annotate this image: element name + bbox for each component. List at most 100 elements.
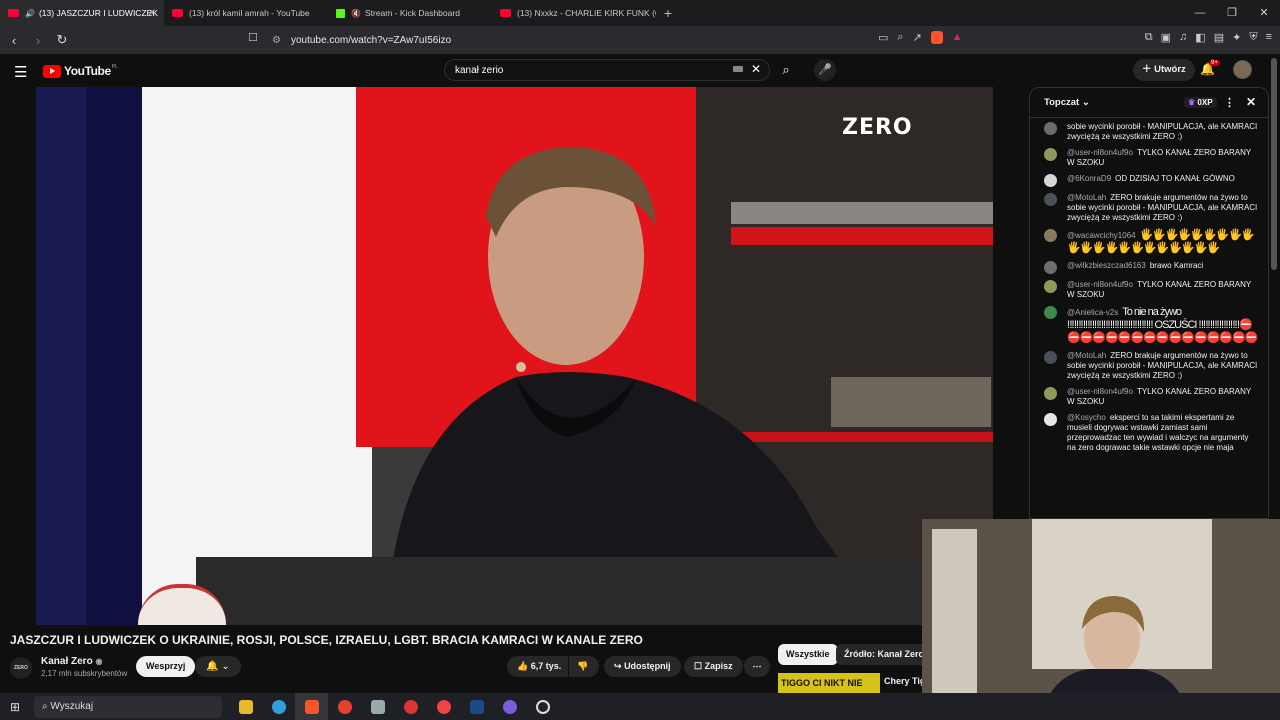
screenshot-icon[interactable]: ▣: [1161, 31, 1171, 44]
chat-message: @user-nl8on4uf9o TYLKO KANAŁ ZERO BARANY …: [1044, 148, 1258, 168]
windows-start-icon[interactable]: ⊞: [0, 700, 30, 714]
chat-author-avatar[interactable]: [1044, 306, 1057, 319]
video-player[interactable]: ZERO: [36, 87, 993, 625]
address-actions: ▭ ⌕ ↗ ▲: [878, 31, 963, 44]
chat-author-avatar[interactable]: [1044, 413, 1057, 426]
chat-author[interactable]: @Kosycho: [1067, 413, 1106, 422]
restore-icon[interactable]: ❐: [1216, 0, 1248, 26]
taskbar-search-input[interactable]: ⌕ Wyszukaj: [34, 695, 222, 718]
speaker-icon[interactable]: 🔊: [25, 9, 35, 18]
edge-icon[interactable]: [262, 693, 295, 720]
wallet-icon[interactable]: ▤: [1214, 31, 1224, 44]
vpn-icon[interactable]: ⛨: [1249, 31, 1257, 44]
chat-author-avatar[interactable]: [1044, 280, 1057, 293]
video-scene: [196, 557, 993, 625]
chip-all[interactable]: Wszystkie: [778, 644, 838, 665]
forward-icon[interactable]: ›: [28, 33, 48, 48]
menu-icon[interactable]: ≡: [1266, 31, 1272, 44]
subscription-bell-button[interactable]: 🔔 ⌄: [195, 656, 241, 677]
close-tab-icon[interactable]: ✕: [148, 8, 156, 19]
chat-author-avatar[interactable]: [1044, 261, 1057, 274]
new-tab-icon[interactable]: +: [656, 5, 680, 21]
browser-tab[interactable]: (13) Nxxkz - CHARLIE KIRK FUNK (OF: [492, 0, 656, 26]
sidebar-icon[interactable]: ◧: [1195, 31, 1205, 44]
cast-icon[interactable]: ▭: [878, 31, 888, 44]
channel-name-text: Kanał Zero: [41, 656, 93, 667]
more-options-icon[interactable]: ⋮: [1224, 96, 1235, 109]
chat-author[interactable]: @6KonraD9: [1067, 174, 1111, 183]
guide-menu-icon[interactable]: ☰: [14, 63, 27, 81]
keyboard-icon[interactable]: [733, 66, 743, 72]
clear-search-icon[interactable]: ✕: [751, 62, 761, 76]
chat-message-body: sobie wycinki porobił - MANIPULACJA, ale…: [1067, 122, 1258, 142]
app-icon[interactable]: [394, 693, 427, 720]
minimize-icon[interactable]: —: [1184, 0, 1216, 26]
brave-rewards-icon[interactable]: ▲: [952, 31, 963, 44]
chat-author[interactable]: @user-nl8on4uf9o: [1067, 280, 1133, 289]
music-icon[interactable]: ♫: [1179, 31, 1187, 44]
youtube-logo[interactable]: YouTube PL: [43, 64, 118, 78]
app-icon[interactable]: [361, 693, 394, 720]
share-button[interactable]: ↪ Udostępnij: [604, 656, 681, 677]
related-thumbnail[interactable]: TIGGO CI NIKT NIE POWIE: [778, 673, 880, 693]
steam-icon[interactable]: [460, 693, 493, 720]
back-icon[interactable]: ‹: [4, 33, 24, 48]
search-button[interactable]: ⌕: [770, 59, 802, 81]
voice-search-button[interactable]: 🎤: [814, 59, 836, 81]
browser-tab[interactable]: (13) król kamil amrah - YouTube: [164, 0, 328, 26]
chat-author-avatar[interactable]: [1044, 148, 1057, 161]
more-actions-button[interactable]: ⋯: [744, 656, 770, 677]
xp-badge[interactable]: ♛ 0XP: [1184, 97, 1217, 108]
reload-icon[interactable]: ↻: [52, 32, 72, 48]
zoom-icon[interactable]: ⌕: [897, 31, 903, 44]
close-window-icon[interactable]: ✕: [1248, 0, 1280, 26]
chat-author-avatar[interactable]: [1044, 193, 1057, 206]
brave-shields-icon[interactable]: [930, 31, 943, 44]
save-button[interactable]: ☐ Zapisz: [684, 656, 743, 677]
share-icon[interactable]: ↗: [913, 31, 922, 44]
chat-author-avatar[interactable]: [1044, 229, 1057, 242]
chat-message-body: @Kosycho eksperci to sa takimi ekspertami…: [1067, 413, 1258, 453]
bookmark-icon[interactable]: ☐: [248, 31, 258, 44]
obs-icon[interactable]: [526, 693, 559, 720]
search-value: kanał zerio: [455, 64, 504, 76]
save-icon: ☐: [694, 661, 703, 671]
chat-author[interactable]: @user-nl8on4uf9o: [1067, 387, 1133, 396]
chat-author[interactable]: @wacawcichy1064: [1067, 231, 1136, 240]
site-info-icon[interactable]: ⚙: [272, 35, 281, 46]
chat-mode-dropdown[interactable]: Topczat ⌄: [1044, 97, 1090, 108]
thumbs-up-icon: 👍: [517, 661, 529, 671]
chat-author-avatar[interactable]: [1044, 351, 1057, 364]
leo-ai-icon[interactable]: ✦: [1232, 31, 1241, 44]
chat-author[interactable]: @Anielica-v2s: [1067, 308, 1118, 317]
chat-author[interactable]: @user-nl8on4uf9o: [1067, 148, 1133, 157]
youtube-favicon-icon: [500, 9, 511, 17]
channel-avatar[interactable]: ZERO: [10, 657, 32, 679]
channel-name[interactable]: Kanał Zero ◉: [41, 656, 102, 667]
brave-icon[interactable]: [295, 693, 328, 720]
app-icon[interactable]: [427, 693, 460, 720]
dislike-button[interactable]: 👎: [569, 656, 599, 677]
page-scrollbar[interactable]: [1271, 58, 1277, 270]
chat-author-avatar[interactable]: [1044, 387, 1057, 400]
discord-icon[interactable]: [493, 693, 526, 720]
chat-author-avatar[interactable]: [1044, 174, 1057, 187]
chrome-icon[interactable]: [328, 693, 361, 720]
like-button[interactable]: 👍 6,7 tys.: [507, 656, 568, 677]
browser-tab[interactable]: 🔊 (13) JASZCZUR I LUDWICZEK ✕: [0, 0, 164, 26]
search-input[interactable]: kanał zerio ✕: [444, 59, 770, 81]
account-avatar[interactable]: [1233, 60, 1252, 79]
extension-icon[interactable]: ⧉: [1145, 31, 1153, 44]
create-button[interactable]: ＋ Utwórz: [1133, 59, 1195, 81]
file-explorer-icon[interactable]: [229, 693, 262, 720]
support-button[interactable]: Wesprzyj: [136, 656, 196, 677]
chat-author[interactable]: @wilkzbieszczad6163: [1067, 261, 1146, 270]
muted-icon[interactable]: 🔇: [351, 9, 361, 18]
xp-label: 0XP: [1197, 98, 1213, 107]
browser-tab[interactable]: 🔇 Stream - Kick Dashboard: [328, 0, 492, 26]
chat-author[interactable]: @MotoLah: [1067, 193, 1106, 202]
taskbar-apps: [229, 693, 559, 720]
chat-author[interactable]: @MotoLah: [1067, 351, 1106, 360]
chat-author-avatar[interactable]: [1044, 122, 1057, 135]
close-chat-icon[interactable]: ✕: [1246, 95, 1256, 109]
